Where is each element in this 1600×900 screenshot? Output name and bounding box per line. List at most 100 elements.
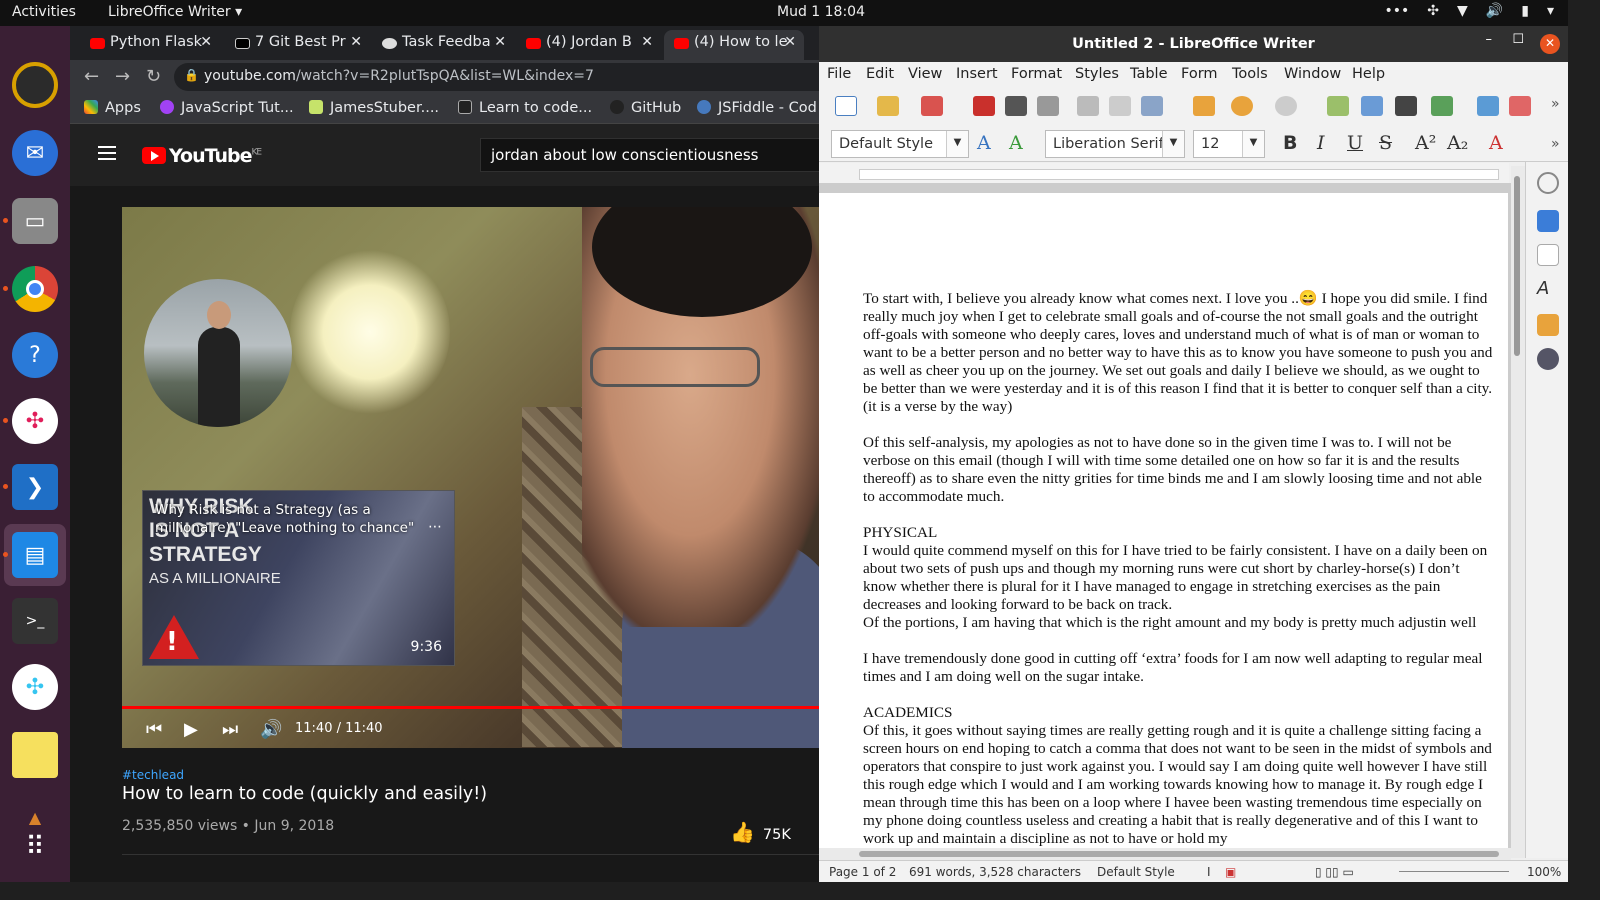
menu-view[interactable]: View [908,66,942,82]
like-button[interactable]: 👍 75K [730,820,791,844]
bookmark-learn-to-code[interactable]: Learn to code... [458,100,592,116]
youtube-logo[interactable]: YouTubeKE [142,145,262,167]
insert-table-icon[interactable] [1431,96,1453,116]
open-icon[interactable] [877,96,899,116]
paragraph[interactable]: Of the portions, I am having that which … [863,614,1495,632]
find-replace-icon[interactable] [1327,96,1349,116]
bookmark-jsfiddle[interactable]: JSFiddle - Cod [697,100,817,116]
sticky-notes-icon[interactable] [12,732,58,778]
hashtag-link[interactable]: #techlead [122,768,184,782]
bookmark-github[interactable]: GitHub [610,100,681,116]
libreoffice-writer-icon[interactable]: ▤ [12,532,58,578]
close-tab-icon[interactable]: ✕ [200,34,212,50]
maximize-icon[interactable]: ☐ [1512,32,1524,47]
undo-icon[interactable] [1231,96,1253,116]
menu-file[interactable]: File [827,66,851,82]
font-name-combo[interactable]: Liberation Serif ▼ [1045,130,1185,158]
slack-icon[interactable]: ✣ [12,398,58,444]
play-icon[interactable]: ▶ [184,719,198,740]
close-tab-icon[interactable]: ✕ [494,34,506,50]
paragraph[interactable]: I would quite commend myself on this for… [863,542,1495,614]
reload-icon[interactable]: ↻ [146,66,161,87]
chevron-down-icon[interactable]: ▼ [946,131,968,157]
insert-chart-icon[interactable] [1509,96,1531,116]
search-input[interactable]: jordan about low conscientiousness [480,138,819,172]
underline-icon[interactable]: U [1347,132,1363,154]
export-pdf-icon[interactable] [973,96,995,116]
empty-paragraph[interactable] [863,416,1495,434]
tab-how-to-learn[interactable]: (4) How to le ✕ [664,30,804,60]
tab-task-feedback[interactable]: Task Feedba ✕ [372,30,514,60]
paragraph[interactable]: Of this self-analysis, my apologies as n… [863,434,1495,506]
chrome-icon[interactable] [12,266,58,312]
print-icon[interactable] [1005,96,1027,116]
card-more-icon[interactable]: ⋯ [428,519,442,535]
word-count[interactable]: 691 words, 3,528 characters [909,865,1081,879]
thunderbird-icon[interactable]: ✉ [12,130,58,176]
new-document-icon[interactable] [835,96,857,116]
zoom-level[interactable]: 100% [1527,865,1561,879]
bookmark-jamesstuber[interactable]: JamesStuber.... [309,100,439,116]
font-size-combo[interactable]: 12 ▼ [1193,130,1265,158]
menu-table[interactable]: Table [1130,66,1168,82]
close-tab-icon[interactable]: ✕ [350,34,362,50]
vscode-icon[interactable]: ❯ [12,464,58,510]
more-icon[interactable]: ••• [1385,3,1410,19]
wifi-icon[interactable]: ▼ [1457,3,1468,19]
files-icon[interactable]: ▭ [12,198,58,244]
tab-git-best-practices[interactable]: 7 Git Best Pr ✕ [225,30,370,60]
battery-icon[interactable]: ▮ [1521,3,1529,19]
clone-formatting-icon[interactable] [1193,96,1215,116]
menu-window[interactable]: Window [1284,66,1341,82]
copy-icon[interactable] [1109,96,1131,116]
spelling-icon[interactable] [1361,96,1383,116]
heading-academics[interactable]: ACADEMICS [863,704,1495,722]
next-icon[interactable]: ⏭ [222,719,238,740]
volume-icon[interactable]: 🔊 [1486,3,1503,19]
insert-image-icon[interactable] [1477,96,1499,116]
redo-icon[interactable] [1275,96,1297,116]
update-style-icon[interactable]: A [977,132,991,154]
activities-button[interactable]: Activities [12,4,76,20]
video-player[interactable]: WHY RISK IS NOT A STRATEGY AS A MILLIONAIRE… [122,207,819,748]
menu-format[interactable]: Format [1011,66,1062,82]
clear-formatting-icon[interactable]: A [1489,132,1503,154]
superscript-icon[interactable]: A² [1415,132,1436,154]
toolbar-overflow-icon[interactable]: » [1551,136,1560,152]
forward-icon[interactable]: → [115,66,130,87]
page-icon[interactable] [1537,244,1559,266]
terminal-icon[interactable]: >_ [12,598,58,644]
previous-icon[interactable]: ⏮ [146,719,162,740]
paragraph[interactable]: To start with, I believe you already kno… [863,290,1495,416]
paragraph-style-combo[interactable]: Default Style ▼ [831,130,969,158]
heading-physical[interactable]: PHYSICAL [863,524,1495,542]
gallery-icon[interactable] [1537,314,1559,336]
settings-icon[interactable] [1537,172,1559,194]
horizontal-ruler[interactable] [819,163,1509,183]
selection-mode-icon[interactable]: I [1207,865,1211,879]
cut-icon[interactable] [1077,96,1099,116]
channel-avatar-overlay[interactable] [144,279,292,427]
properties-icon[interactable] [1537,210,1559,232]
address-bar[interactable]: 🔒 youtube.com/watch?v=R2pIutTspQA&list=WL… [174,63,819,91]
tab-jordan[interactable]: (4) Jordan B ✕ [516,30,661,60]
vertical-scrollbar[interactable] [1511,166,1525,858]
power-menu-icon[interactable]: ▾ [1547,3,1554,19]
chevron-down-icon[interactable]: ▼ [1162,131,1184,157]
rhythmbox-icon[interactable] [12,62,58,108]
strikethrough-icon[interactable]: S [1379,132,1392,154]
empty-paragraph[interactable] [863,506,1495,524]
page-style[interactable]: Default Style [1097,865,1175,879]
toolbar-overflow-icon[interactable]: » [1551,96,1560,112]
view-layout-icon[interactable]: ▯ ▯▯ ▭ [1315,865,1354,879]
bold-icon[interactable]: B [1283,132,1297,154]
styles-icon[interactable]: A [1537,278,1559,300]
close-tab-icon[interactable]: ✕ [641,34,653,50]
navigator-icon[interactable] [1537,348,1559,370]
system-tray[interactable]: ••• ✣ ▼ 🔊 ▮ ▾ [1385,3,1554,19]
bookmark-apps[interactable]: Apps [84,100,141,116]
paragraph[interactable]: Of this, it goes without saying times ar… [863,722,1495,848]
menu-help[interactable]: Help [1352,66,1385,82]
end-screen-video-card[interactable]: WHY RISK IS NOT A STRATEGY AS A MILLIONAIRE… [142,490,455,666]
paste-icon[interactable] [1141,96,1163,116]
